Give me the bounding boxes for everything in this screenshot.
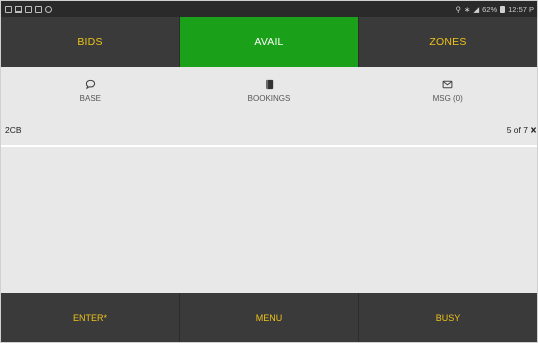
tab-bids[interactable]: BIDS <box>1 17 180 67</box>
sub-nav-msg[interactable]: MSG (0) <box>358 67 537 114</box>
signal-icon: ◢ <box>473 4 480 14</box>
status-bar: ⚲ ∗ ◢ 62% 12:57 P <box>1 1 537 17</box>
chat-bubble-icon <box>85 79 96 89</box>
battery-percent: 62% <box>482 4 498 14</box>
content-area <box>9 147 529 293</box>
calendar-icon <box>25 5 32 13</box>
info-row: 2CB 5 of 7 <box>1 114 537 145</box>
clock: 12:57 P <box>508 4 534 14</box>
app-frame: ⚲ ∗ ◢ 62% 12:57 P BIDS AVAIL ZONES BASE … <box>0 0 538 343</box>
pager-count: 5 of 7 <box>506 124 528 135</box>
top-tab-bar: BIDS AVAIL ZONES <box>1 17 537 67</box>
location-icon: ⚲ <box>455 4 462 14</box>
book-icon <box>265 79 273 89</box>
busy-button[interactable]: BUSY <box>359 293 537 342</box>
close-icon[interactable] <box>530 126 537 134</box>
message-icon <box>35 5 42 13</box>
warning-icon <box>15 5 22 13</box>
battery-icon <box>500 5 506 13</box>
notification-icons <box>5 5 52 13</box>
menu-button[interactable]: MENU <box>180 293 359 342</box>
settings-icon <box>45 5 52 13</box>
sub-nav-bookings[interactable]: BOOKINGS <box>180 67 359 114</box>
tab-avail[interactable]: AVAIL <box>180 17 359 67</box>
sub-nav-bookings-label: BOOKINGS <box>247 93 291 103</box>
sub-nav-msg-label: MSG (0) <box>432 93 463 103</box>
bottom-action-bar: ENTER* MENU BUSY <box>1 293 537 342</box>
enter-button[interactable]: ENTER* <box>1 293 180 342</box>
pager: 5 of 7 <box>507 125 537 135</box>
envelope-icon <box>442 80 453 88</box>
status-indicators: ⚲ ∗ ◢ 62% 12:57 P <box>456 5 534 14</box>
notification-icon <box>5 5 12 13</box>
unit-code: 2CB <box>5 124 22 135</box>
sub-nav-base-label: BASE <box>79 93 101 103</box>
bluetooth-icon: ∗ <box>464 4 471 14</box>
sub-nav: BASE BOOKINGS MSG (0) <box>1 67 537 114</box>
sub-nav-base[interactable]: BASE <box>1 67 180 114</box>
tab-zones[interactable]: ZONES <box>359 17 537 67</box>
